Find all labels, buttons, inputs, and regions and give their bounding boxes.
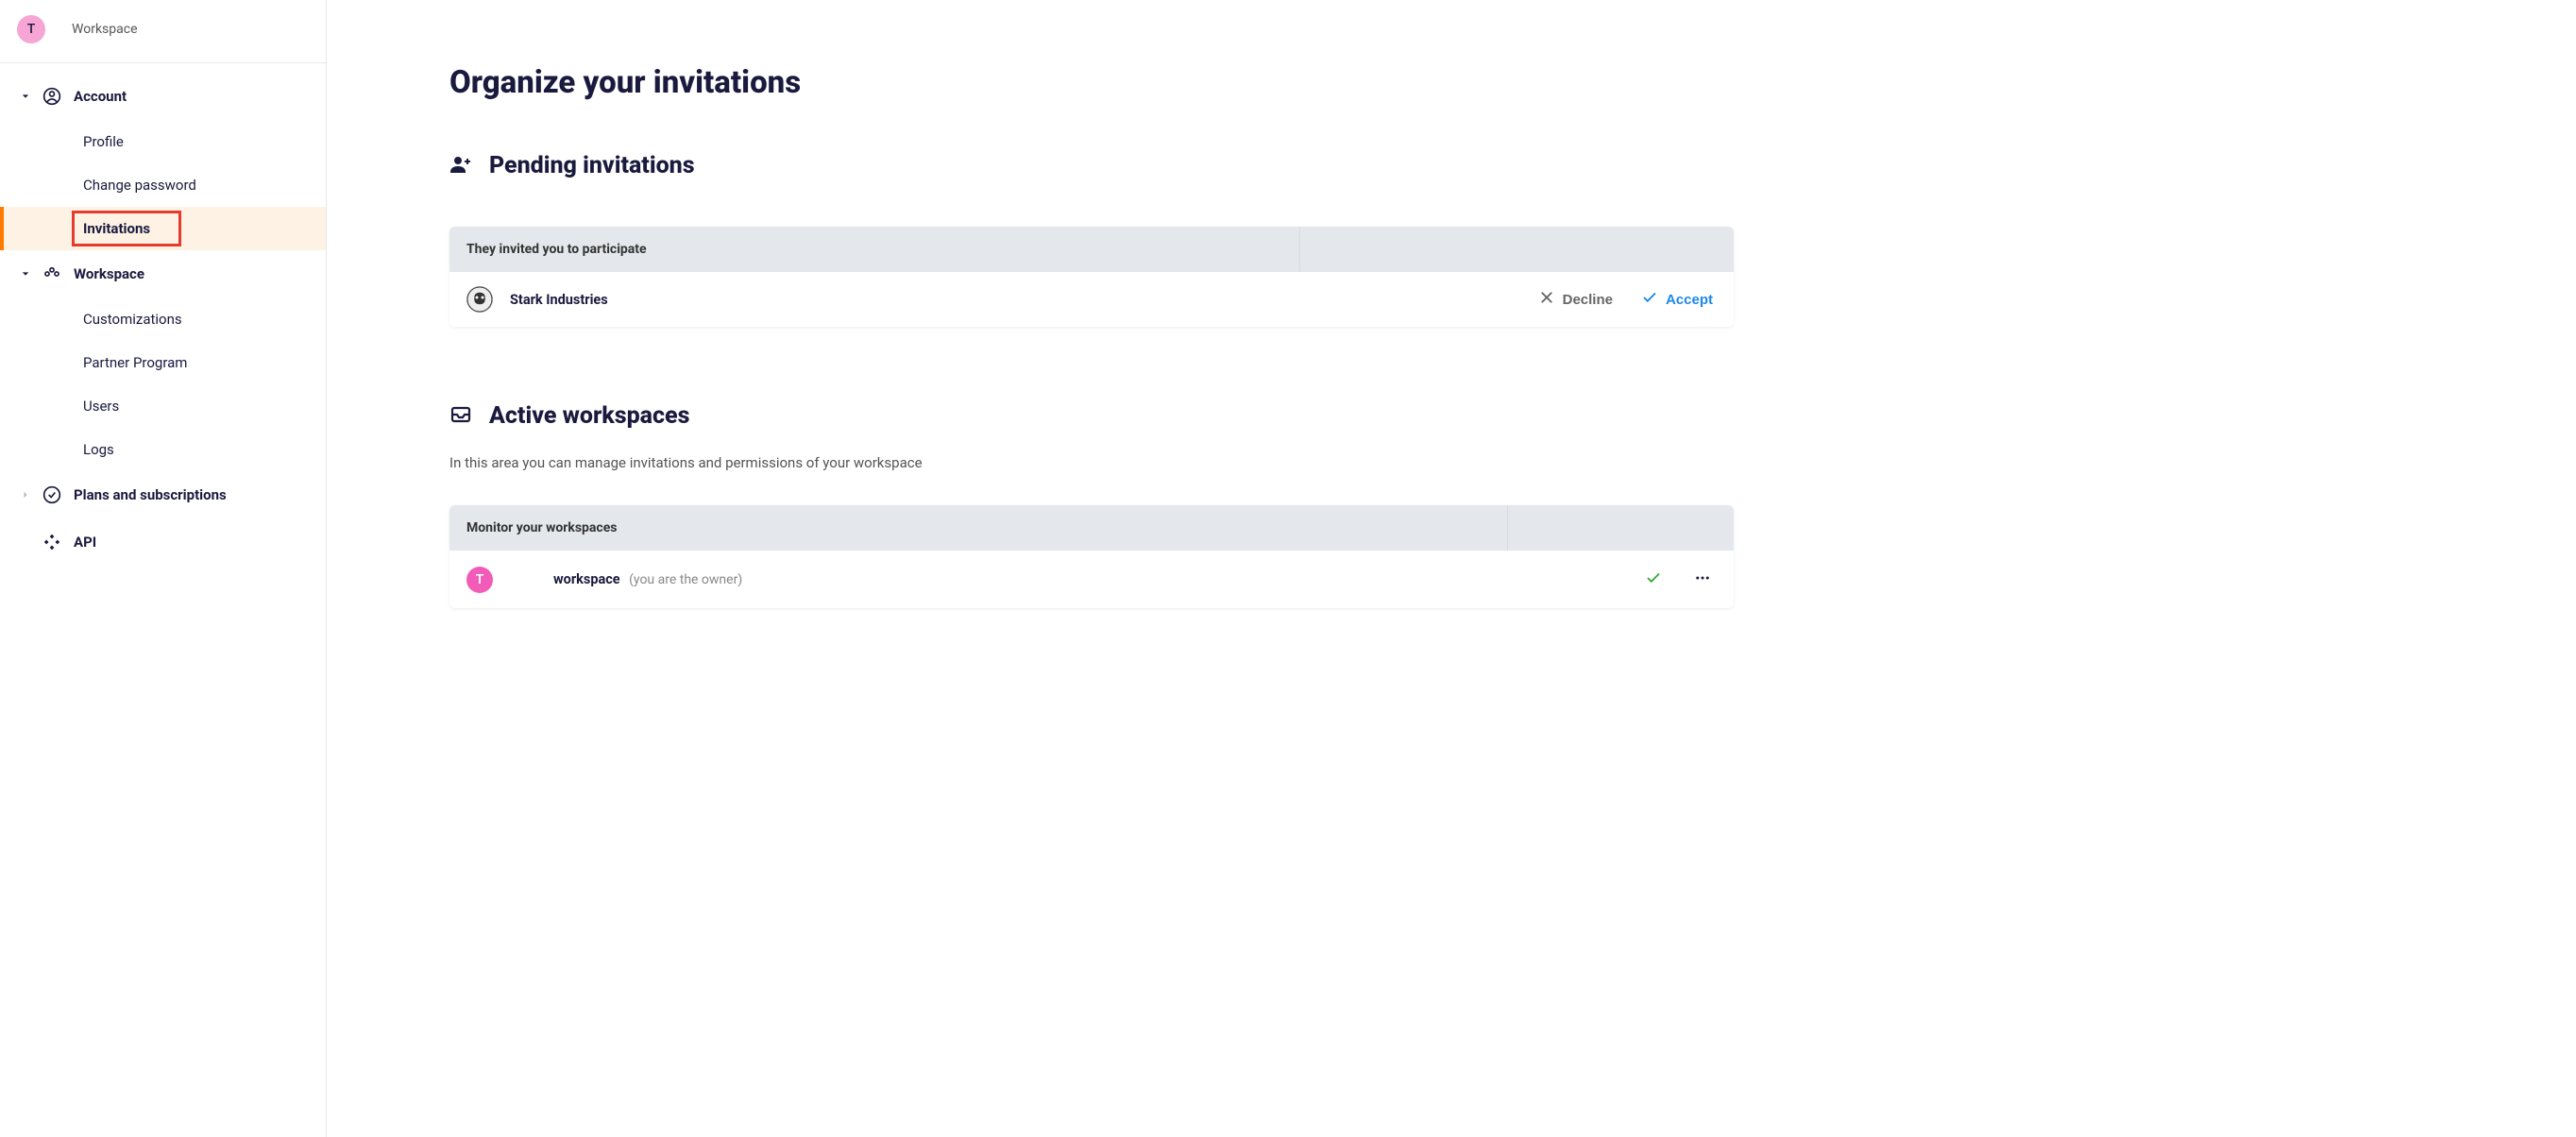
workspace-label: Workspace <box>72 22 138 37</box>
sidebar-nav: Account Profile Change password Invitati… <box>0 63 326 566</box>
caret-down-icon <box>21 93 30 100</box>
inviter-name: Stark Industries <box>510 292 608 308</box>
nav-section-label: API <box>74 534 96 551</box>
section-description: In this area you can manage invitations … <box>449 454 1734 471</box>
nav-item-users[interactable]: Users <box>0 384 326 428</box>
more-horizontal-icon <box>1694 569 1711 589</box>
check-icon <box>1645 569 1662 589</box>
caret-down-icon <box>21 270 30 278</box>
nav-section-label: Account <box>74 88 127 105</box>
table-header-actions <box>1507 505 1734 551</box>
pending-invitations-section: Pending invitations They invited you to … <box>449 152 1734 327</box>
row-actions <box>1639 564 1717 595</box>
table-header-label: They invited you to participate <box>449 227 1299 272</box>
nav-section-label: Plans and subscriptions <box>74 486 227 503</box>
nav-item-customizations[interactable]: Customizations <box>0 297 326 341</box>
plans-icon <box>42 484 62 505</box>
sidebar-header: T Workspace <box>0 0 326 63</box>
decline-button[interactable]: Decline <box>1534 285 1617 314</box>
nav-section-workspace[interactable]: Workspace <box>0 250 326 297</box>
nav-item-profile[interactable]: Profile <box>0 120 326 163</box>
section-header: Pending invitations <box>449 152 1734 179</box>
nav-item-invitations[interactable]: Invitations <box>0 207 326 250</box>
pending-invitation-row: Stark Industries Decline <box>449 272 1734 327</box>
section-heading: Active workspaces <box>489 402 689 430</box>
active-workspaces-card: Monitor your workspaces T workspace (you… <box>449 505 1734 608</box>
workspace-row-avatar: T <box>466 567 493 593</box>
workspace-owner-note: (you are the owner) <box>629 572 742 587</box>
nav-section-label: Workspace <box>74 265 144 282</box>
nav-item-partner-program[interactable]: Partner Program <box>0 341 326 384</box>
workspace-row: T workspace (you are the owner) <box>449 551 1734 608</box>
api-icon <box>42 532 62 552</box>
nav-item-logs[interactable]: Logs <box>0 428 326 471</box>
table-header: Monitor your workspaces <box>449 505 1734 551</box>
workspace-icon <box>42 263 62 284</box>
row-actions: Decline Accept <box>1534 285 1717 314</box>
table-header: They invited you to participate <box>449 227 1734 272</box>
table-header-actions <box>1299 227 1734 272</box>
workspace-name: workspace <box>553 571 620 587</box>
workspace-avatar: T <box>17 15 45 43</box>
person-add-icon <box>449 153 472 179</box>
account-icon <box>42 86 62 107</box>
workspace-more-button[interactable] <box>1688 564 1717 595</box>
accept-button[interactable]: Accept <box>1637 285 1717 314</box>
section-heading: Pending invitations <box>489 152 695 179</box>
page-title: Organize your invitations <box>449 64 1734 101</box>
pending-invitations-card: They invited you to participate Stark In… <box>449 227 1734 327</box>
nav-section-account[interactable]: Account <box>0 73 326 120</box>
workspace-status-button[interactable] <box>1639 564 1668 595</box>
workspace-name-container: workspace (you are the owner) <box>553 571 742 587</box>
inbox-icon <box>449 403 472 430</box>
table-header-label: Monitor your workspaces <box>449 505 1507 551</box>
sidebar: T Workspace Account Profile Change passw… <box>0 0 327 1137</box>
active-workspaces-section: Active workspaces In this area you can m… <box>449 402 1734 608</box>
caret-right-icon <box>21 491 30 499</box>
section-header: Active workspaces <box>449 402 1734 430</box>
nav-section-api[interactable]: API <box>0 518 326 566</box>
close-icon <box>1538 289 1555 310</box>
check-icon <box>1641 289 1658 310</box>
nav-item-change-password[interactable]: Change password <box>0 163 326 207</box>
nav-section-plans[interactable]: Plans and subscriptions <box>0 471 326 518</box>
main-content: Organize your invitations Pending invita… <box>327 0 1819 1137</box>
inviter-avatar <box>466 286 493 313</box>
